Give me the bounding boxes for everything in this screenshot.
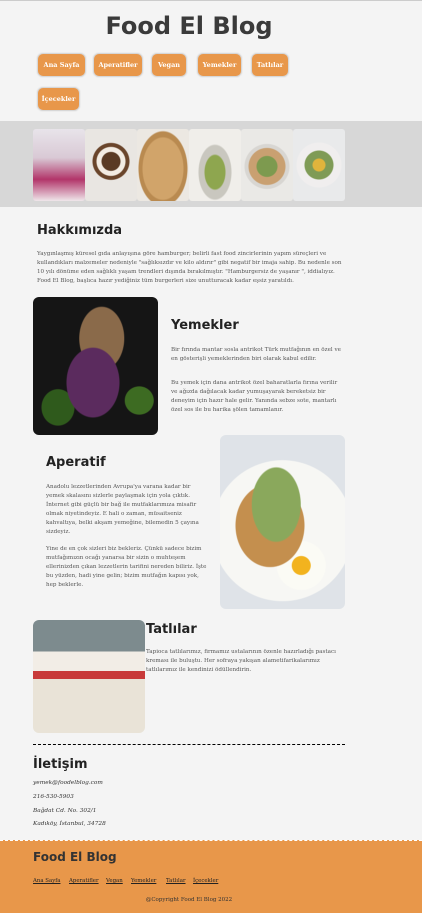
tatlilar-image bbox=[33, 620, 145, 733]
footer-link-ana-sayfa[interactable]: Ana Sayfa bbox=[33, 878, 60, 884]
contact-title: İletişim bbox=[33, 757, 88, 772]
aperatif-image bbox=[220, 435, 345, 609]
tatlilar-title: Tatlılar bbox=[146, 622, 197, 637]
aperatif-text-1: Anadolu lezzetlerinden Avrupa'ya varana … bbox=[46, 484, 199, 535]
footer-link-vegan[interactable]: Vegan bbox=[106, 878, 123, 884]
bowl-dish-photo bbox=[241, 129, 293, 201]
aperatif-title: Aperatif bbox=[46, 455, 106, 470]
about-title: Hakkımızda bbox=[37, 223, 123, 238]
nav-icecekler[interactable]: İçecekler bbox=[37, 87, 80, 111]
section-divider bbox=[33, 744, 345, 745]
nav-vegan[interactable]: Vegan bbox=[151, 53, 187, 77]
nav-ana-sayfa[interactable]: Ana Sayfa bbox=[37, 53, 86, 77]
about-text: Yaygınlaşmış küresel gıda anlayışına gör… bbox=[37, 251, 342, 284]
tatlilar-text: Tapioca tatlılarımız, firmamız ustaların… bbox=[146, 649, 336, 673]
footer-link-tatlilar[interactable]: Tatlılar bbox=[166, 878, 186, 884]
roll-cake-photo bbox=[85, 129, 137, 201]
footer-link-yemekler[interactable]: Yemekler bbox=[131, 878, 156, 884]
pear-salad-photo bbox=[189, 129, 241, 201]
footer-link-aperatifler[interactable]: Aperatifler bbox=[69, 878, 99, 884]
contact-email[interactable]: yemek@foodelblog.com bbox=[33, 780, 103, 786]
yemekler-text-1: Bir fırında mantar sosla antrikot Türk m… bbox=[171, 347, 341, 362]
yemekler-image bbox=[33, 297, 158, 435]
contact-address-line2: Kadıköy, İstanbul, 34728 bbox=[33, 821, 106, 827]
site-title: Food El Blog bbox=[105, 12, 273, 40]
copyright: @Copyright Food El Blog 2022 bbox=[145, 897, 233, 903]
footer-link-icecekler[interactable]: İçecekler bbox=[193, 878, 218, 884]
salad-photo bbox=[293, 129, 345, 201]
yemekler-title: Yemekler bbox=[171, 318, 239, 333]
contact-address-line1: Bağdat Cd. No. 302/1 bbox=[33, 808, 97, 814]
tart-photo bbox=[137, 129, 189, 201]
nav-yemekler[interactable]: Yemekler bbox=[197, 53, 242, 77]
footer-title: Food El Blog bbox=[33, 850, 117, 864]
top-border bbox=[0, 0, 422, 1]
yemekler-text-2: Bu yemek için dana antrikot özel baharat… bbox=[171, 380, 338, 413]
contact-phone[interactable]: 216-530-5903 bbox=[33, 794, 74, 800]
nav-tatlilar[interactable]: Tatlılar bbox=[251, 53, 289, 77]
photo-gallery bbox=[33, 129, 345, 201]
aperatif-text-2: Yine de en çok sizleri biz bekleriz. Çün… bbox=[46, 546, 207, 588]
dessert-photo bbox=[33, 129, 85, 201]
nav-aperatifler[interactable]: Aperatifler bbox=[93, 53, 143, 77]
